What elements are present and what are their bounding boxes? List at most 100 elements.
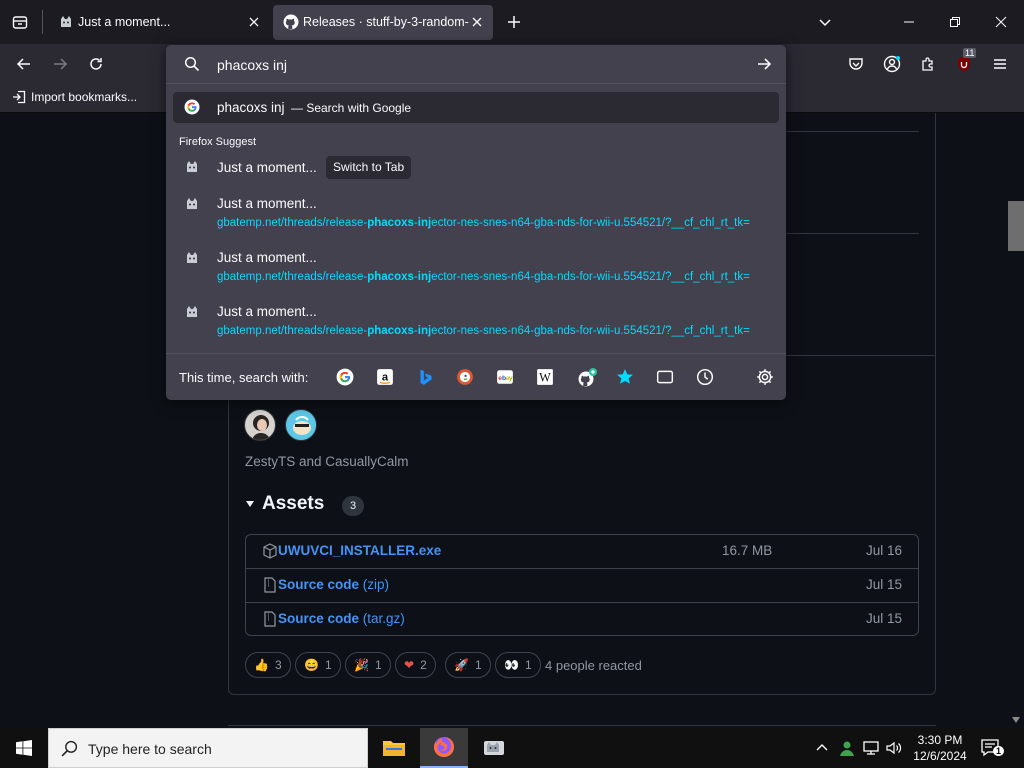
divider	[786, 355, 936, 356]
puzzle-icon	[922, 57, 933, 71]
laugh-icon: 😄	[304, 658, 319, 672]
svg-text:y: y	[509, 375, 513, 382]
extensions-button[interactable]	[914, 50, 942, 78]
suggest-result[interactable]: Just a moment... gbatemp.net/threads/rel…	[173, 298, 779, 346]
tabs-icon[interactable]	[656, 368, 674, 386]
heart-icon: ❤	[404, 658, 415, 672]
restore-icon	[950, 17, 960, 27]
reaction-count: 3	[274, 658, 282, 672]
search-icon	[184, 56, 200, 72]
pocket-button[interactable]	[842, 50, 870, 78]
notification-count-badge: 1	[993, 746, 1005, 756]
bing-icon[interactable]	[416, 368, 434, 386]
tab-just-a-moment[interactable]: Just a moment...	[48, 5, 270, 40]
close-tab-icon[interactable]	[246, 14, 262, 30]
suggest-result[interactable]: Just a moment... gbatemp.net/threads/rel…	[173, 244, 779, 292]
show-hidden-icons-button[interactable]	[815, 741, 829, 755]
account-button[interactable]	[878, 50, 906, 78]
assets-toggle[interactable]	[245, 499, 255, 509]
plus-icon	[508, 16, 520, 28]
forward-button[interactable]	[46, 50, 74, 78]
urlbar-input[interactable]: phacoxs inj	[217, 57, 287, 73]
tab-releases[interactable]: Releases · stuff-by-3-random-d	[273, 5, 493, 40]
tab-divider	[42, 10, 43, 34]
reaction-hooray[interactable]: 🎉 1	[345, 652, 391, 678]
google-icon	[184, 99, 200, 115]
reaction-count: 2	[420, 658, 427, 672]
avatar-zestyts[interactable]	[244, 409, 276, 441]
google-icon[interactable]	[336, 368, 354, 386]
minimize-button[interactable]	[895, 8, 923, 36]
windows-taskbar: Type here to search 3:30 PM 12/6/2024 1	[0, 728, 1024, 768]
go-button[interactable]	[756, 56, 772, 72]
firefox-suggest-heading: Firefox Suggest	[179, 136, 257, 148]
close-tab-icon[interactable]	[469, 14, 485, 30]
volume-icon[interactable]	[885, 740, 903, 756]
import-bookmarks-button[interactable]: Import bookmarks...	[12, 90, 137, 104]
firefox-taskbar-button[interactable]	[420, 728, 468, 768]
scrollbar-thumb[interactable]	[1008, 201, 1024, 251]
result-url: gbatemp.net/threads/release-phacoxs-inje…	[217, 325, 750, 337]
restore-button[interactable]	[941, 8, 969, 36]
asset-link[interactable]: UWUVCI_INSTALLER.exe	[278, 543, 441, 558]
github-favicon-icon	[283, 14, 299, 30]
ublock-button[interactable]: 11	[950, 48, 978, 78]
search-icon	[61, 740, 78, 757]
suggest-result[interactable]: Just a moment... gbatemp.net/threads/rel…	[173, 190, 779, 238]
reaction-laugh[interactable]: 😄 1	[295, 652, 341, 678]
app-menu-button[interactable]	[986, 50, 1014, 78]
folder-icon	[383, 741, 405, 756]
wikipedia-icon[interactable]: W	[536, 368, 554, 386]
notification-center-button[interactable]: 1	[980, 738, 1005, 758]
windows-logo-icon	[16, 740, 32, 756]
firefox-view-button[interactable]	[6, 8, 34, 36]
asset-link[interactable]: Source code (tar.gz)	[278, 611, 405, 626]
avatar-casuallycalm[interactable]	[285, 409, 317, 441]
file-explorer-button[interactable]	[370, 728, 418, 768]
ebay-icon[interactable]: ebay	[496, 368, 514, 386]
user-tray-icon[interactable]	[838, 739, 856, 757]
eyes-icon: 👀	[504, 658, 519, 672]
taskbar-search-box[interactable]: Type here to search	[48, 728, 368, 768]
back-button[interactable]	[10, 50, 38, 78]
reaction-eyes[interactable]: 👀 1	[495, 652, 541, 678]
list-all-tabs-button[interactable]	[811, 8, 839, 36]
suggest-result-switch-tab[interactable]: Just a moment... Switch to Tab	[173, 152, 779, 182]
file-zip-icon	[262, 611, 278, 627]
reload-button[interactable]	[82, 50, 110, 78]
start-button[interactable]	[0, 728, 48, 768]
network-icon[interactable]	[862, 740, 880, 756]
close-window-button[interactable]	[987, 8, 1015, 36]
svg-text:W: W	[539, 371, 551, 385]
asset-link[interactable]: Source code (zip)	[278, 577, 389, 592]
divider	[228, 725, 936, 726]
bookmarks-icon[interactable]	[616, 368, 634, 386]
new-tab-button[interactable]	[500, 8, 528, 36]
result-url: gbatemp.net/threads/release-phacoxs-inje…	[217, 217, 750, 229]
switch-to-tab-button[interactable]: Switch to Tab	[326, 156, 412, 179]
asset-date: Jul 16	[865, 543, 902, 558]
search-with-google-result[interactable]: phacoxs inj — Search with Google	[173, 92, 779, 123]
scroll-down-arrow[interactable]	[1011, 716, 1021, 724]
search-settings-gear-icon[interactable]	[756, 368, 774, 386]
app-taskbar-button[interactable]	[470, 728, 518, 768]
amazon-icon[interactable]: a	[376, 368, 394, 386]
clock-time: 3:30 PM	[917, 733, 963, 747]
firefox-view-icon	[12, 16, 28, 29]
system-clock[interactable]: 3:30 PM 12/6/2024	[912, 732, 968, 764]
package-icon	[262, 543, 278, 559]
tab-label: Releases · stuff-by-3-random-d	[303, 15, 469, 29]
history-icon[interactable]	[696, 368, 714, 386]
gbatemp-favicon-icon	[184, 159, 200, 175]
close-icon	[995, 16, 1007, 28]
reload-icon	[90, 58, 102, 70]
reaction-thumbs-up[interactable]: 👍 3	[245, 652, 291, 678]
arrow-right-icon	[758, 58, 772, 70]
reaction-rocket[interactable]: 🚀 1	[445, 652, 491, 678]
urlbar-input-row: phacoxs inj	[166, 45, 786, 84]
duckduckgo-icon[interactable]	[456, 368, 474, 386]
assets-heading: Assets	[262, 493, 325, 514]
github-add-icon[interactable]	[577, 368, 597, 387]
result-title: Just a moment...	[217, 196, 317, 211]
reaction-heart[interactable]: ❤ 2	[395, 652, 436, 678]
